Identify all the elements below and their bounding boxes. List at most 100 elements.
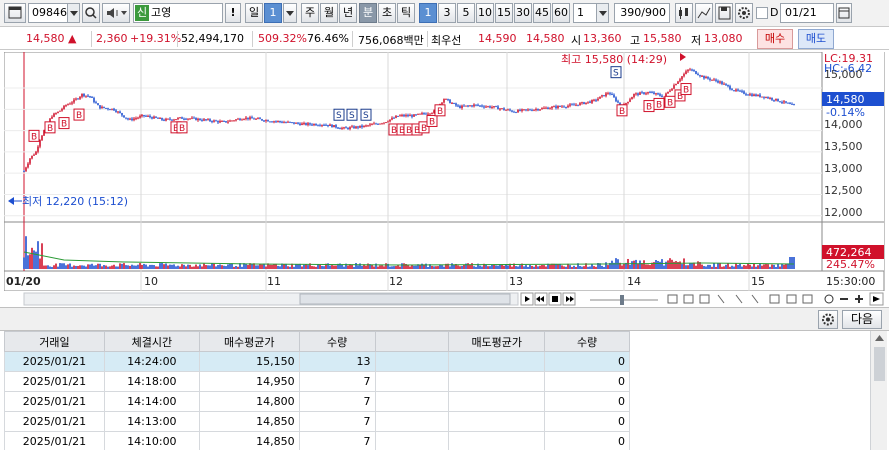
buy-button[interactable]: 매수 bbox=[757, 29, 793, 49]
interval-day-count[interactable]: 1 bbox=[264, 3, 282, 23]
candle-body bbox=[103, 106, 105, 108]
table-row[interactable]: 2025/01/21 14:24:00 15,150 13 0 bbox=[4, 351, 630, 372]
table-row[interactable]: 2025/01/21 14:10:00 14,850 7 0 bbox=[4, 431, 630, 450]
window-icon[interactable] bbox=[4, 3, 26, 23]
x-tick-label: 15 bbox=[751, 275, 765, 288]
candle-body bbox=[561, 106, 563, 108]
minute-45-button[interactable]: 45 bbox=[533, 3, 551, 23]
stock-name-field[interactable]: 신 고영 bbox=[133, 3, 223, 23]
period-select[interactable]: 1 bbox=[573, 3, 609, 23]
table-row[interactable]: 2025/01/21 14:18:00 14,950 7 0 bbox=[4, 371, 630, 392]
x-tick-label: 01/20 bbox=[6, 275, 41, 288]
layout-icon[interactable] bbox=[667, 294, 678, 304]
interval-month-button[interactable]: 월 bbox=[320, 3, 338, 23]
chevron-down-icon[interactable] bbox=[596, 4, 608, 22]
save-icon[interactable] bbox=[715, 3, 733, 23]
candle-body bbox=[167, 118, 169, 120]
minute-60-button[interactable]: 60 bbox=[552, 3, 570, 23]
volume-bar bbox=[241, 266, 243, 269]
price-chart[interactable]: BBBBBBBBBBBBBBBBBBBSSSS 15,000 14,000 13… bbox=[4, 52, 889, 292]
volume-bar bbox=[431, 265, 433, 269]
speaker-icon[interactable] bbox=[102, 3, 130, 23]
interval-second-button[interactable]: 초 bbox=[378, 3, 396, 23]
candle-body bbox=[407, 115, 409, 117]
volume-bar bbox=[87, 264, 89, 269]
volume-bar bbox=[695, 265, 697, 269]
minute-3-button[interactable]: 3 bbox=[438, 3, 456, 23]
sell-button[interactable]: 매도 bbox=[798, 29, 834, 49]
print-icon[interactable] bbox=[786, 294, 797, 304]
candle-body bbox=[155, 116, 157, 118]
search-icon[interactable] bbox=[82, 3, 100, 23]
candle-body bbox=[751, 94, 753, 97]
magnify-icon[interactable] bbox=[824, 294, 834, 304]
candle-body bbox=[119, 111, 121, 114]
candle-body bbox=[425, 113, 427, 115]
buy-signal-icon: B bbox=[680, 83, 692, 96]
volume-bar bbox=[635, 259, 637, 269]
trend-tool-icon[interactable] bbox=[751, 294, 759, 304]
volume-bar bbox=[637, 263, 639, 269]
date-field[interactable]: 01/21 bbox=[780, 3, 834, 23]
line-tool-icon[interactable] bbox=[735, 294, 743, 304]
chevron-down-icon[interactable] bbox=[67, 4, 79, 22]
grid-icon[interactable] bbox=[699, 294, 710, 304]
candle-body bbox=[109, 109, 111, 111]
table-row[interactable]: 2025/01/21 14:14:00 14,800 7 0 bbox=[4, 391, 630, 412]
date-checkbox[interactable] bbox=[756, 7, 768, 19]
interval-tick-button[interactable]: 틱 bbox=[397, 3, 415, 23]
minute-5-button[interactable]: 5 bbox=[457, 3, 475, 23]
low-label: 저 bbox=[691, 34, 702, 47]
candle-body bbox=[29, 158, 31, 164]
candle-body bbox=[445, 98, 447, 100]
interval-week-button[interactable]: 주 bbox=[301, 3, 319, 23]
volume-bar bbox=[125, 265, 127, 269]
candle-body bbox=[217, 120, 219, 123]
minute-30-button[interactable]: 30 bbox=[514, 3, 532, 23]
scroll-thumb[interactable] bbox=[299, 293, 511, 305]
candle-body bbox=[547, 107, 549, 110]
volume-bar bbox=[29, 254, 31, 269]
volume-bar bbox=[701, 264, 703, 269]
volume-bar bbox=[113, 264, 115, 269]
scroll-right-icon[interactable] bbox=[520, 292, 534, 306]
draw-tool-icon[interactable] bbox=[695, 3, 713, 23]
volume-bar bbox=[549, 264, 551, 269]
alert-icon[interactable]: ! bbox=[225, 3, 241, 23]
table-row[interactable]: 2025/01/21 14:13:00 14,850 7 0 bbox=[4, 411, 630, 432]
rewind-icon[interactable] bbox=[534, 292, 548, 306]
interval-day-button[interactable]: 일 bbox=[245, 3, 263, 23]
minute-15-button[interactable]: 15 bbox=[495, 3, 513, 23]
interval-year-button[interactable]: 년 bbox=[339, 3, 357, 23]
crosshair-icon[interactable] bbox=[717, 294, 725, 304]
gear-icon[interactable] bbox=[735, 3, 753, 23]
zoom-slider[interactable] bbox=[590, 295, 658, 305]
window-split-icon[interactable] bbox=[683, 294, 694, 304]
calendar-icon[interactable] bbox=[836, 3, 852, 23]
export-icon[interactable] bbox=[802, 294, 813, 304]
volume-bar bbox=[341, 264, 343, 269]
candle-body bbox=[387, 121, 389, 123]
next-button[interactable]: 다음 bbox=[842, 310, 882, 329]
candle-body bbox=[497, 106, 499, 110]
candle-body bbox=[411, 115, 413, 117]
fast-forward-icon[interactable] bbox=[562, 292, 576, 306]
panel-scrollbar[interactable] bbox=[870, 331, 887, 450]
image-icon[interactable] bbox=[769, 294, 780, 304]
stop-icon[interactable] bbox=[548, 292, 562, 306]
candle-body bbox=[177, 117, 179, 120]
zoom-in-icon[interactable] bbox=[855, 295, 863, 303]
volume-bar bbox=[261, 264, 263, 269]
stock-code-input[interactable]: 098460 bbox=[28, 3, 80, 23]
expand-icon[interactable] bbox=[869, 292, 884, 306]
interval-minute-button[interactable]: 분 bbox=[359, 3, 377, 23]
candle-settings-icon[interactable] bbox=[675, 3, 693, 23]
minute-10-button[interactable]: 10 bbox=[476, 3, 494, 23]
candle-body bbox=[275, 121, 277, 123]
volume-bar bbox=[593, 266, 595, 269]
gear-icon[interactable] bbox=[818, 310, 838, 329]
interval-dropdown[interactable] bbox=[283, 3, 297, 23]
x-tick-label: 10 bbox=[144, 275, 158, 288]
minute-1-button[interactable]: 1 bbox=[419, 3, 437, 23]
count-field[interactable]: 390/900 bbox=[614, 3, 670, 23]
